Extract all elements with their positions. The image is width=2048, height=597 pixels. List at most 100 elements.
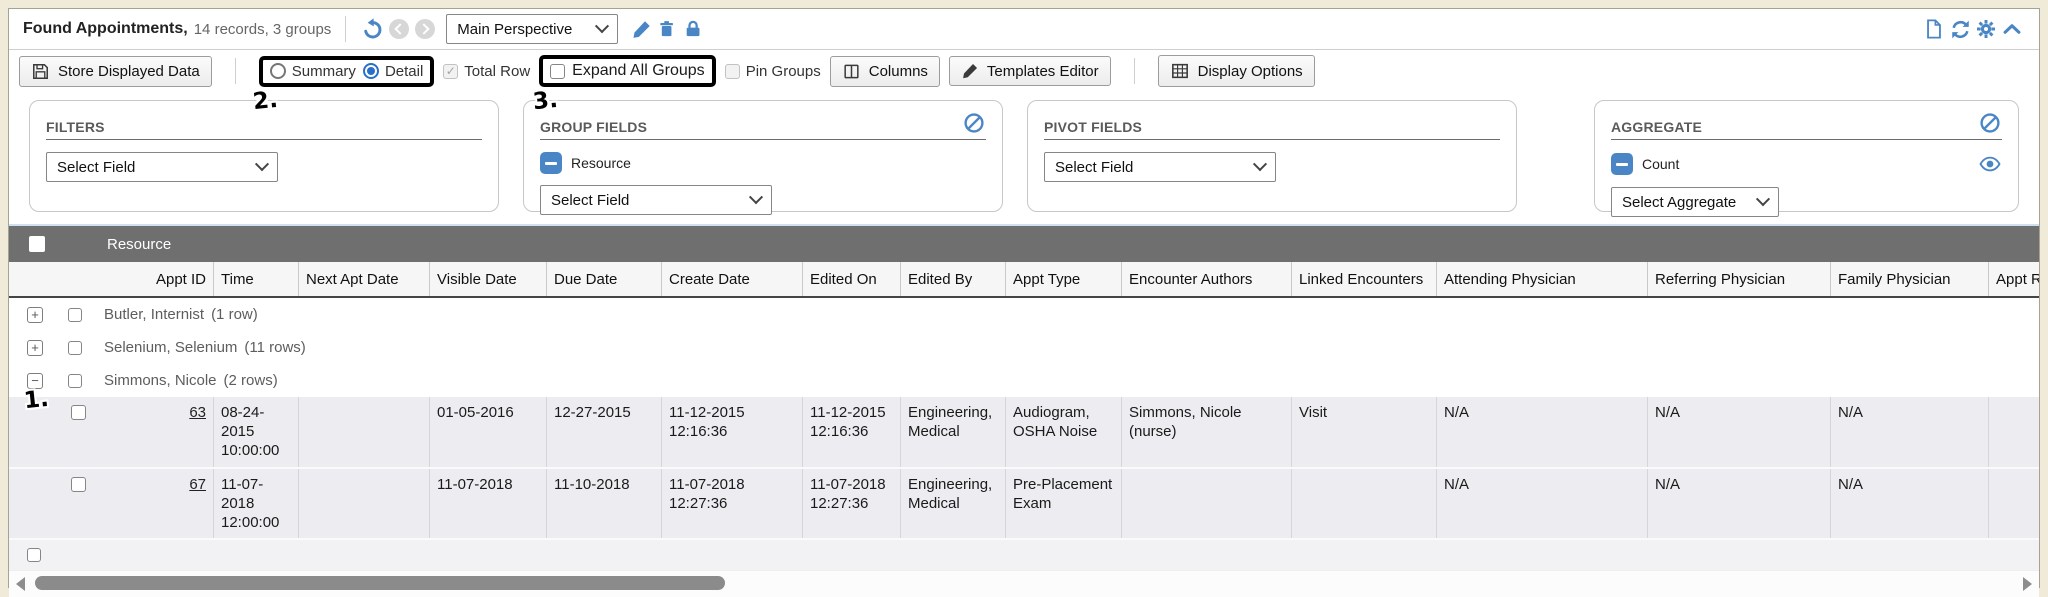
pivot-select-value: Select Field	[1055, 159, 1133, 176]
column-header-edited-on[interactable]: Edited On	[803, 262, 901, 296]
expand-all-groups-highlight-box: Expand All Groups 3.	[539, 55, 716, 87]
group-checkbox[interactable]	[68, 374, 82, 388]
group-label: Selenium, Selenium	[104, 339, 237, 356]
next-icon[interactable]	[415, 19, 435, 39]
appt-re-cell	[1989, 397, 2039, 467]
create-date-cell: 11-12-2015 12:16:36	[662, 397, 803, 467]
row-checkbox[interactable]	[71, 477, 86, 492]
block-icon[interactable]	[1978, 111, 2002, 135]
appt-id-link[interactable]: 63	[189, 404, 206, 421]
summary-radio[interactable]	[270, 63, 286, 79]
display-options-button[interactable]: Display Options	[1158, 55, 1315, 87]
visible-date-cell: 11-07-2018	[430, 469, 547, 539]
remove-aggregate-icon[interactable]	[1611, 153, 1633, 175]
horizontal-scrollbar	[9, 570, 2039, 597]
column-header-edited-by[interactable]: Edited By	[901, 262, 1006, 296]
column-header-referring-physician[interactable]: Referring Physician	[1648, 262, 1831, 296]
aggregate-header: AGGREGATE	[1611, 111, 2002, 140]
group-checkbox[interactable]	[68, 341, 82, 355]
block-icon[interactable]	[962, 111, 986, 135]
column-header-appt-re[interactable]: Appt Re	[1989, 262, 2039, 296]
divider	[345, 16, 346, 42]
expand-all-groups-checkbox[interactable]	[550, 64, 565, 79]
column-header-visible-date[interactable]: Visible Date	[430, 262, 547, 296]
minus-icon	[545, 162, 557, 165]
group-row-simmons: − 1. Simmons, Nicole (2 rows)	[9, 364, 2039, 397]
trash-icon[interactable]	[654, 16, 680, 42]
scrollbar-thumb[interactable]	[35, 576, 725, 590]
plus-icon: +	[31, 341, 39, 354]
columns-button-label: Columns	[869, 63, 928, 80]
pin-groups-label: Pin Groups	[746, 63, 821, 80]
group-field-chip-label: Resource	[571, 155, 631, 171]
column-header-appt-id[interactable]: Appt ID	[99, 262, 214, 296]
edited-on-cell: 11-12-2015 12:16:36	[803, 397, 901, 467]
group-field-chip-row: Resource	[540, 152, 986, 174]
lock-icon[interactable]	[680, 16, 706, 42]
store-displayed-data-button[interactable]: Store Displayed Data	[19, 56, 212, 87]
gear-icon[interactable]	[1973, 16, 1999, 42]
group-field-select[interactable]: Select Field	[540, 185, 772, 215]
expand-column-header	[9, 262, 49, 296]
summary-detail-highlight-box: Summary Detail 2.	[259, 56, 435, 87]
pivot-fields-title: PIVOT FIELDS	[1044, 119, 1142, 135]
perspective-select[interactable]: Main Perspective	[446, 14, 618, 44]
top-bar: Found Appointments, 14 records, 3 groups…	[9, 9, 2039, 50]
column-header-create-date[interactable]: Create Date	[662, 262, 803, 296]
aggregate-title: AGGREGATE	[1611, 119, 1702, 135]
expand-all-groups-label: Expand All Groups	[572, 62, 705, 80]
column-header-family-physician[interactable]: Family Physician	[1831, 262, 1989, 296]
column-header-due-date[interactable]: Due Date	[547, 262, 662, 296]
eye-icon[interactable]	[1978, 152, 2002, 176]
page-title: Found Appointments,	[23, 20, 188, 38]
column-header-next-apt-date[interactable]: Next Apt Date	[299, 262, 430, 296]
refresh-icon[interactable]	[1947, 16, 1973, 42]
time-cell: 08-24-2015 10:00:00	[214, 397, 299, 467]
filters-select-value: Select Field	[57, 159, 135, 176]
appt-id-link[interactable]: 67	[189, 476, 206, 493]
group-row-selenium: + Selenium, Selenium (11 rows)	[9, 331, 2039, 364]
collapse-group-icon[interactable]: − 1.	[27, 373, 43, 389]
detail-radio[interactable]	[363, 63, 379, 79]
scroll-left-arrow[interactable]	[16, 577, 25, 591]
pivot-field-select[interactable]: Select Field	[1044, 152, 1276, 182]
templates-editor-button[interactable]: Templates Editor	[949, 56, 1111, 86]
total-row-checkbox[interactable]: ✓	[443, 64, 458, 79]
collapse-icon[interactable]	[1999, 16, 2025, 42]
new-document-icon[interactable]	[1921, 16, 1947, 42]
column-header-attending-physician[interactable]: Attending Physician	[1437, 262, 1648, 296]
group-fields-panel: GROUP FIELDS Resource Select Field	[523, 100, 1003, 212]
chevron-down-icon	[1253, 157, 1267, 171]
attending-physician-cell: N/A	[1437, 397, 1648, 467]
remove-group-field-icon[interactable]	[540, 152, 562, 174]
expand-group-icon[interactable]: +	[27, 340, 43, 356]
divider	[1134, 58, 1135, 84]
columns-button[interactable]: Columns	[830, 56, 940, 87]
column-header-linked-encounters[interactable]: Linked Encounters	[1292, 262, 1437, 296]
footer-checkbox[interactable]	[27, 548, 41, 562]
prev-icon[interactable]	[389, 19, 409, 39]
table-icon	[1170, 61, 1190, 81]
filters-title: FILTERS	[46, 119, 105, 135]
checkbox-column-header	[49, 262, 99, 296]
pencil-icon[interactable]	[628, 16, 654, 42]
edited-by-cell: Engineering, Medical	[901, 469, 1006, 539]
scroll-right-arrow[interactable]	[2023, 577, 2032, 591]
row-checkbox-cell	[49, 469, 99, 539]
check-icon: ✓	[446, 65, 456, 77]
aggregate-select[interactable]: Select Aggregate	[1611, 187, 1779, 217]
undo-icon[interactable]	[360, 16, 386, 42]
row-checkbox[interactable]	[71, 405, 86, 420]
pin-groups-checkbox[interactable]	[725, 64, 740, 79]
expand-group-icon[interactable]: +	[27, 307, 43, 323]
appt-type-cell: Pre-Placement Exam	[1006, 469, 1122, 539]
results-grid: Resource Appt ID Time Next Apt Date Visi…	[9, 226, 2039, 597]
column-header-time[interactable]: Time	[214, 262, 299, 296]
column-header-encounter-authors[interactable]: Encounter Authors	[1122, 262, 1292, 296]
templates-editor-label: Templates Editor	[987, 63, 1099, 80]
filters-field-select[interactable]: Select Field	[46, 152, 278, 182]
select-all-checkbox[interactable]	[29, 236, 45, 252]
column-header-appt-type[interactable]: Appt Type	[1006, 262, 1122, 296]
group-checkbox[interactable]	[68, 308, 82, 322]
chevron-down-icon	[1756, 192, 1770, 206]
